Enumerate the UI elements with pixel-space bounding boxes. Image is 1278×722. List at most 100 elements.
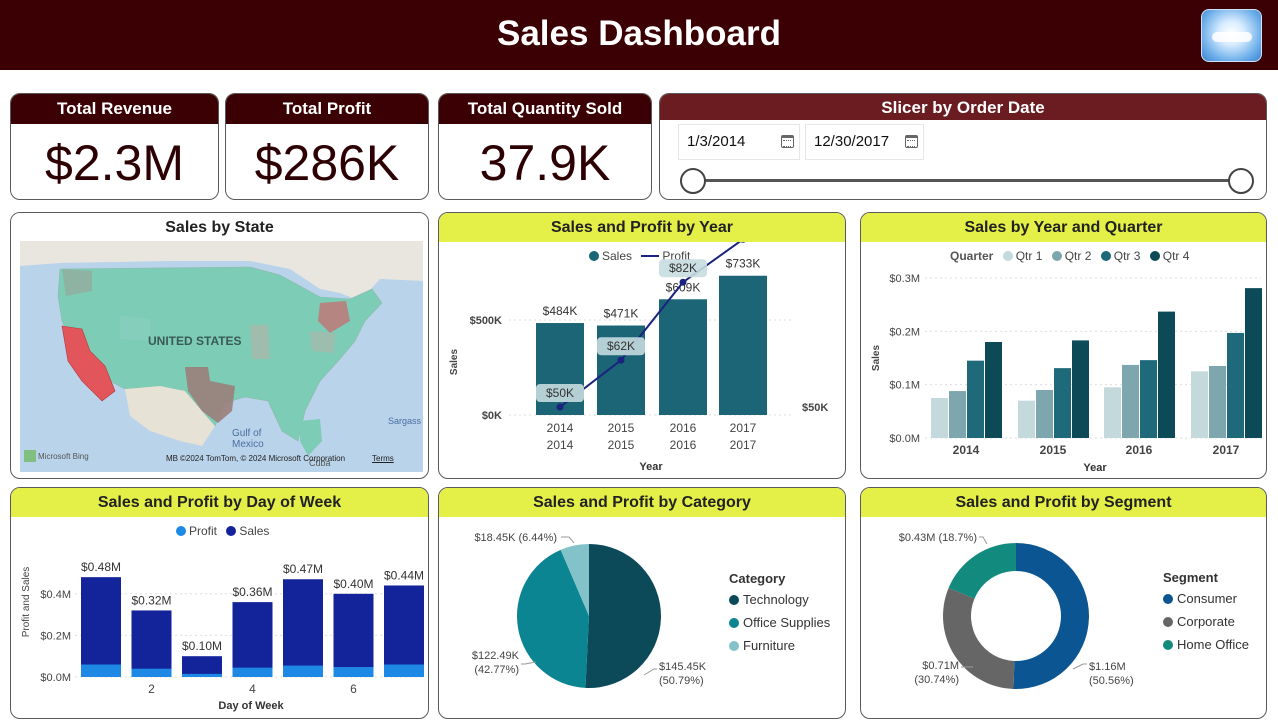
us-map[interactable]: UNITED STATES Gulf of Mexico Cuba Sargas… [20, 241, 423, 472]
state-pennsylvania[interactable] [310, 331, 335, 353]
y-tick-label: $0.2M [889, 326, 920, 338]
quarter-chart: $0.0M $0.1M $0.2M $0.3M Sales Year 2014 2015 201… [871, 273, 1262, 474]
slice-value-label: $145.45K [659, 661, 707, 673]
legend-item[interactable]: Corporate [1163, 614, 1249, 629]
profit-bar [333, 667, 374, 677]
sales-data-label: $0.44M [384, 568, 424, 582]
legend-swatch [729, 595, 739, 605]
legend-label: Technology [743, 592, 809, 607]
kpi-card-total-profit: Total Profit $286K [225, 93, 429, 200]
legend-label: Furniture [743, 638, 796, 653]
donut-slice [948, 543, 1016, 599]
quarter-bar [949, 391, 966, 438]
x-tick-label: 6 [350, 682, 357, 696]
end-date-value: 12/30/2017 [814, 133, 890, 150]
x-tick-label: 4 [249, 682, 256, 696]
y-tick-label: $0.1M [889, 380, 920, 392]
kpi-value: 37.9K [479, 135, 611, 191]
panel-title: Sales and Profit by Day of Week [11, 488, 428, 517]
quarter-bar [1245, 288, 1262, 438]
slice-pct-label: (42.77%) [474, 664, 519, 676]
end-date-input[interactable]: 12/30/2017 [805, 124, 924, 160]
dashboard-header: Sales Dashboard [0, 0, 1278, 70]
profit-point [617, 356, 625, 364]
x-tick-label: 2014 [547, 421, 574, 435]
x-tick-label: 2017 [1213, 443, 1240, 457]
legend-item[interactable]: Home Office [1163, 637, 1249, 652]
x-tick-label: 2015 [608, 438, 635, 452]
kpi-card-total-revenue: Total Revenue $2.3M [10, 93, 219, 200]
sales-data-label: $484K [543, 304, 578, 318]
y-axis-title: Sales [449, 348, 460, 375]
slice-pct-label: (30.74%) [914, 674, 959, 686]
sales-data-label: $471K [604, 307, 639, 321]
quarter-bar [1227, 332, 1244, 438]
bing-logo-icon [24, 450, 36, 462]
quarter-bar [1036, 390, 1053, 438]
legend-item[interactable]: Consumer [1163, 591, 1249, 606]
quarter-bar [985, 342, 1002, 438]
y-tick-label: $0.0M [889, 433, 920, 445]
quarter-bar [1140, 360, 1157, 438]
legend-item[interactable]: Office Supplies [729, 615, 830, 630]
leader-line [561, 536, 575, 544]
dow-chart: $0.0M $0.2M $0.4M Profit and Sales Day of We… [21, 560, 424, 712]
y-tick-label: $500K [470, 315, 502, 327]
sales-data-label: $0.47M [283, 562, 323, 576]
profit-point [556, 403, 564, 411]
y-axis-title: Profit and Sales [21, 567, 32, 638]
y-tick-label: $0.0M [40, 672, 71, 684]
legend-label: Home Office [1177, 637, 1250, 652]
sales-dashboard: Sales Dashboard Total Revenue $2.3M Tota… [0, 0, 1278, 722]
y-tick-label: $0.2M [40, 630, 71, 642]
profit-data-label: $62K [607, 339, 635, 353]
start-date-input[interactable]: 1/3/2014 [678, 124, 800, 160]
start-date-handle[interactable] [680, 168, 706, 194]
country-label: UNITED STATES [148, 334, 242, 348]
slice-value-label: $1.16M [1089, 661, 1126, 673]
kpi-value: $286K [254, 135, 400, 191]
sales-by-year-quarter-panel: Sales by Year and Quarter Quarter Qtr 1 … [860, 212, 1267, 479]
slice-value-label: $122.49K [472, 650, 520, 662]
segment-legend: Segment Consumer Corporate Home Office [1163, 570, 1249, 660]
kpi-label: Total Quantity Sold [439, 94, 651, 124]
date-slicer: Slicer by Order Date 1/3/2014 12/30/2017 [659, 93, 1267, 200]
calendar-icon[interactable] [905, 135, 918, 148]
segment-donut: $1.16M (50.56%) $0.71M (30.74%) $0.43M (18.7… [899, 532, 1134, 689]
sales-bar [659, 299, 707, 415]
sales-profit-by-category-panel: Sales and Profit by Category $145.45K (50… [438, 487, 846, 719]
x-tick-label: 2014 [547, 438, 574, 452]
sales-bar [131, 610, 172, 677]
quarter-bar [1122, 364, 1139, 438]
sales-profit-by-year-panel: Sales and Profit by Year Sales Profit $0… [438, 212, 846, 479]
x-tick-label: 2016 [670, 438, 697, 452]
x-axis-title: Year [639, 461, 663, 473]
legend-item[interactable]: Furniture [729, 638, 830, 653]
slice-value-label: $0.43M (18.7%) [899, 532, 977, 544]
legend-label: Corporate [1177, 614, 1235, 629]
x-tick-label: 2017 [730, 438, 757, 452]
profit-data-label: $82K [669, 261, 697, 275]
profit-line [559, 242, 741, 408]
end-date-handle[interactable] [1228, 168, 1254, 194]
legend-item[interactable]: Technology [729, 592, 830, 607]
sky-cloud-logo [1201, 9, 1262, 62]
legend-swatch [729, 618, 739, 628]
sargasso-label: Sargass [388, 416, 422, 426]
calendar-icon[interactable] [781, 135, 794, 148]
sales-profit-by-day-panel: Sales and Profit by Day of Week Profit S… [10, 487, 429, 719]
state-illinois[interactable] [250, 325, 270, 359]
profit-bar [283, 665, 323, 677]
y-tick-label: $0K [482, 410, 502, 422]
leader-line [1072, 663, 1087, 670]
x-tick-label: 2015 [1040, 443, 1067, 457]
x-axis-title: Day of Week [218, 700, 284, 712]
legend-label: Office Supplies [743, 615, 831, 630]
y2-tick-label: $50K [802, 402, 828, 414]
sales-bar [283, 579, 323, 677]
profit-bar [131, 668, 172, 677]
terms-link[interactable]: Terms [372, 454, 394, 463]
legend-swatch [729, 641, 739, 651]
slice-value-label: $18.45K (6.44%) [474, 532, 557, 544]
date-range-track[interactable] [692, 179, 1242, 182]
